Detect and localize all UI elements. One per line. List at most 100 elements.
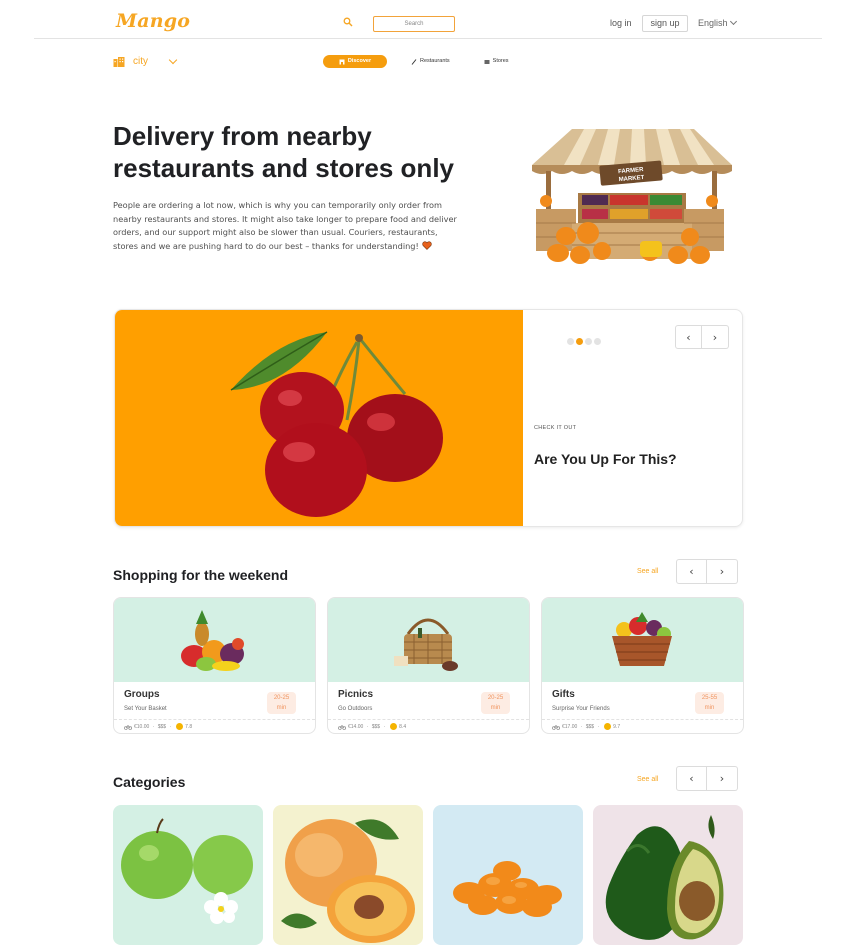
see-all-link[interactable]: See all [637, 568, 658, 575]
delivery-unit: min [276, 705, 287, 711]
rating: 7.8 [185, 723, 193, 730]
weekend-nav: ‹ › [676, 559, 738, 584]
smiley-icon [176, 723, 184, 730]
store-icon [484, 59, 490, 64]
next-button[interactable]: › [707, 766, 738, 791]
signup-button[interactable]: sign up [642, 15, 688, 32]
logo[interactable]: Mango [116, 10, 190, 32]
prev-button[interactable]: ‹ [676, 559, 707, 584]
delivery-time: 20-25 [273, 695, 290, 701]
card-image [114, 598, 315, 682]
chevron-right-icon: › [712, 330, 718, 344]
category-list [113, 805, 743, 945]
category-card-peaches[interactable] [273, 805, 423, 945]
card-footer: €14.00 · $$$ · 8.4 [328, 719, 529, 733]
gift-basket-icon [612, 612, 672, 666]
card-title: Picnics [338, 689, 374, 700]
chevron-left-icon: ‹ [686, 330, 691, 344]
carousel-dot-active[interactable] [576, 338, 583, 345]
separator: · [579, 723, 584, 730]
carousel-nav: ‹ › [675, 325, 729, 349]
card-title: Groups [124, 689, 160, 700]
farmer-market-illustration: FARMER MARKET [532, 129, 732, 264]
language-label: English [698, 18, 728, 28]
tab-label: Stores [492, 58, 509, 64]
search-icon[interactable] [343, 17, 353, 27]
bike-icon [552, 724, 560, 730]
tab-label: Restaurants [420, 58, 450, 64]
heart-icon [422, 240, 432, 250]
apple-icon [121, 818, 253, 924]
category-card-apples[interactable] [113, 805, 263, 945]
page-title: Delivery from nearby restaurants and sto… [113, 121, 454, 183]
delivery-unit: min [490, 705, 501, 711]
price-level: $$$ [371, 723, 381, 730]
top-bar: Mango Search log in sign up English [34, 0, 822, 39]
bike-icon [124, 724, 132, 730]
chevron-down-icon [168, 55, 178, 64]
delivery-time: 25-55 [701, 695, 718, 701]
delivery-fee: €10.00 [134, 723, 150, 730]
section-title-weekend: Shopping for the weekend [113, 567, 289, 583]
tab-stores[interactable]: Stores [484, 55, 509, 68]
carousel-dot[interactable] [594, 338, 601, 345]
shop-card[interactable]: Gifts Surprise Your Friends 25-55 min €17… [541, 597, 744, 734]
city-selector[interactable]: city [113, 55, 178, 67]
category-card-avocados[interactable] [593, 805, 743, 945]
hero-body: People are ordering a lot now, which is … [113, 200, 457, 251]
carousel-dots [567, 338, 601, 345]
price-level: $$$ [157, 723, 167, 730]
promo-carousel[interactable]: ‹ › CHECK IT OUT Are You Up For This? [114, 309, 743, 527]
tab-label: Discover [347, 58, 372, 64]
rating: 8.4 [399, 723, 407, 730]
card-subtitle: Set Your Basket [124, 706, 167, 712]
card-subtitle: Surprise Your Friends [552, 706, 610, 712]
main-tabs: Discover Restaurants Stores [323, 55, 509, 68]
category-card-dried-fruit[interactable] [433, 805, 583, 945]
carousel-dot[interactable] [585, 338, 592, 345]
card-image [328, 598, 529, 682]
picnic-basket-icon [394, 618, 458, 671]
price-level: $$$ [585, 723, 595, 730]
separator: · [382, 723, 386, 730]
carousel-image [115, 310, 523, 526]
card-footer: €17.00 · $$$ · 9.7 [542, 719, 743, 733]
fork-knife-icon [411, 58, 417, 65]
avocado-icon [605, 815, 724, 940]
separator: · [365, 723, 370, 730]
delivery-time-badge: 25-55 min [695, 692, 724, 714]
next-button[interactable]: › [702, 325, 729, 349]
shop-card[interactable]: Groups Set Your Basket 20-25 min €10.00 ·… [113, 597, 316, 734]
city-label: city [133, 56, 148, 67]
smiley-icon [604, 723, 612, 730]
shop-card[interactable]: Picnics Go Outdoors 20-25 min €14.00 · $$… [327, 597, 530, 734]
weekend-cards: Groups Set Your Basket 20-25 min €10.00 ·… [113, 597, 744, 734]
language-selector[interactable]: English [698, 17, 737, 28]
next-button[interactable]: › [707, 559, 738, 584]
separator: · [151, 723, 156, 730]
card-subtitle: Go Outdoors [338, 706, 373, 712]
chevron-right-icon: › [719, 565, 725, 578]
see-all-link[interactable]: See all [637, 776, 658, 783]
login-link[interactable]: log in [610, 18, 632, 28]
card-title: Gifts [552, 689, 575, 700]
dried-apricot-icon [453, 861, 562, 917]
tab-restaurants[interactable]: Restaurants [411, 55, 450, 68]
carousel-title: Are You Up For This? [534, 451, 677, 467]
delivery-time: 20-25 [487, 695, 504, 701]
fruit-pile-icon [181, 610, 244, 671]
smiley-icon [390, 723, 398, 730]
chevron-down-icon [729, 17, 737, 26]
delivery-time-badge: 20-25 min [481, 692, 510, 714]
separator: · [596, 723, 600, 730]
delivery-unit: min [704, 705, 715, 711]
prev-button[interactable]: ‹ [675, 325, 702, 349]
chevron-left-icon: ‹ [689, 565, 694, 578]
tab-discover[interactable]: Discover [323, 55, 387, 68]
building-icon [113, 56, 125, 67]
chevron-right-icon: › [719, 772, 725, 785]
carousel-dot[interactable] [567, 338, 574, 345]
search-input[interactable]: Search [373, 16, 455, 32]
prev-button[interactable]: ‹ [676, 766, 707, 791]
rating: 9.7 [613, 723, 621, 730]
